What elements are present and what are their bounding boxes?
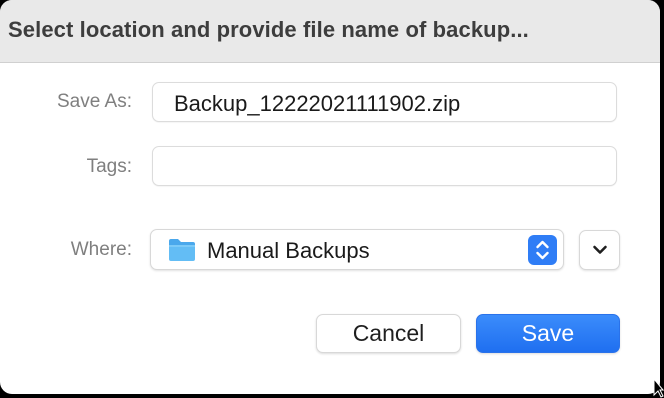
up-down-chevron-icon: [536, 240, 549, 260]
expand-browser-button[interactable]: [579, 230, 620, 270]
where-popup-button[interactable]: Manual Backups: [150, 229, 564, 270]
save-as-label: Save As:: [57, 91, 132, 112]
where-label: Where:: [70, 239, 132, 260]
dialog-title: Select location and provide file name of…: [8, 17, 529, 42]
save-as-value: Backup_12222021111902.zip: [174, 91, 461, 116]
where-value: Manual Backups: [207, 238, 370, 263]
save-dialog: Select location and provide file name of…: [0, 0, 660, 394]
dialog-titlebar: Select location and provide file name of…: [0, 0, 660, 63]
chevron-down-icon: [593, 245, 607, 254]
cursor-arrow-icon: [653, 378, 664, 398]
cancel-button[interactable]: Cancel: [316, 314, 461, 353]
popup-stepper[interactable]: [528, 235, 557, 265]
folder-icon: [169, 239, 195, 261]
save-button[interactable]: Save: [476, 314, 620, 353]
tags-field[interactable]: [152, 146, 617, 186]
save-as-field[interactable]: Backup_12222021111902.zip: [152, 82, 617, 122]
tags-label: Tags:: [86, 156, 132, 177]
